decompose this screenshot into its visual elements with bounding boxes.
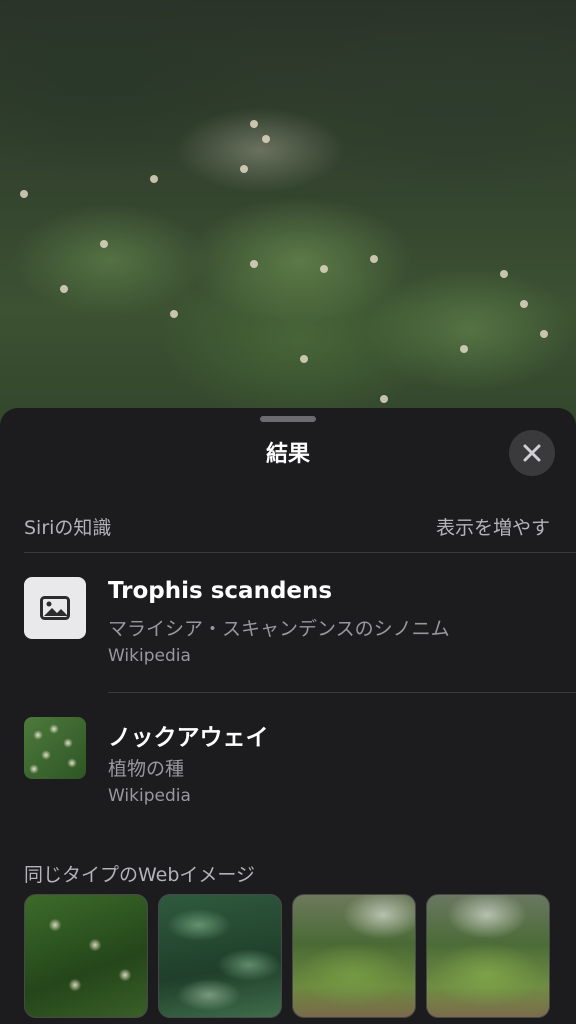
close-icon bbox=[523, 444, 541, 462]
web-image-thumbnail[interactable] bbox=[426, 894, 550, 1018]
result-subtitle: 植物の種 bbox=[108, 758, 185, 780]
result-title: Trophis scandens bbox=[108, 578, 333, 604]
result-subtitle: マライシア・スキャンデンスのシノニム bbox=[108, 618, 450, 640]
background-photo bbox=[0, 0, 576, 440]
result-source: Wikipedia bbox=[108, 786, 191, 806]
close-button[interactable] bbox=[509, 430, 555, 476]
web-image-thumbnail[interactable] bbox=[158, 894, 282, 1018]
web-image-thumbnail[interactable] bbox=[24, 894, 148, 1018]
divider bbox=[108, 692, 576, 693]
results-sheet: 結果 Siriの知識 表示を増やす Trophis scandens マライシア… bbox=[0, 408, 576, 1024]
result-item-knockaway[interactable]: ノックアウェイ 植物の種 Wikipedia bbox=[0, 717, 576, 828]
web-image-row bbox=[24, 894, 576, 1024]
sheet-title: 結果 bbox=[265, 442, 310, 467]
result-title: ノックアウェイ bbox=[108, 725, 269, 751]
result-source: Wikipedia bbox=[108, 646, 191, 666]
result-item-trophis[interactable]: Trophis scandens マライシア・スキャンデンスのシノニム Wiki… bbox=[0, 577, 576, 688]
plant-photo-thumbnail bbox=[24, 717, 86, 779]
image-placeholder-icon bbox=[24, 577, 86, 639]
siri-knowledge-label: Siriの知識 bbox=[24, 517, 112, 539]
show-more-link[interactable]: 表示を増やす bbox=[436, 513, 550, 540]
web-image-thumbnail[interactable] bbox=[292, 894, 416, 1018]
sheet-grabber[interactable] bbox=[260, 416, 316, 422]
divider bbox=[24, 552, 576, 553]
web-images-label: 同じタイプのWebイメージ bbox=[24, 864, 256, 886]
